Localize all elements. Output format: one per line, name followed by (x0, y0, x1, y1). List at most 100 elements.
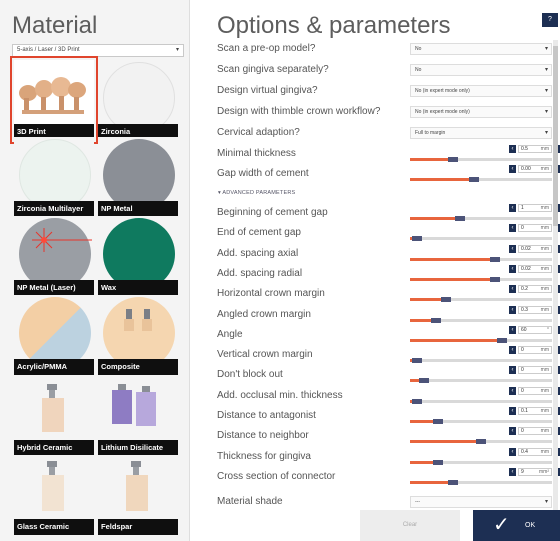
ok-button[interactable]: ✓ OK (473, 510, 560, 541)
parameter-value-input[interactable]: 0.2 mm (518, 285, 552, 294)
slider-knob[interactable] (490, 256, 501, 262)
material-tile-feldspar[interactable]: Feldspar (98, 455, 178, 535)
parameter-slider[interactable] (410, 317, 552, 323)
parameter-slider[interactable] (410, 398, 552, 404)
parameter-stepper[interactable]: ‹60°› (509, 325, 560, 336)
clear-button[interactable]: Clear (360, 510, 460, 541)
parameter-slider[interactable] (410, 439, 552, 445)
parameter-stepper[interactable]: ‹0.4mm› (509, 447, 560, 458)
material-tile-wax[interactable]: Wax (98, 216, 178, 296)
material-tile-np-metal[interactable]: NP Metal (98, 137, 178, 217)
material-tile-zirconia[interactable]: Zirconia (98, 60, 178, 140)
slider-knob[interactable] (497, 337, 508, 343)
parameter-slider[interactable] (410, 337, 552, 343)
parameter-slider[interactable] (410, 236, 552, 242)
parameter-slider[interactable] (410, 256, 552, 262)
parameter-value-input[interactable]: 0.4 mm (518, 447, 552, 456)
parameter-stepper[interactable]: ‹0.2mm› (509, 285, 560, 295)
parameter-stepper[interactable]: ‹0.3mm› (509, 305, 560, 316)
parameter-stepper[interactable]: ‹0mm› (509, 366, 560, 376)
option-dropdown[interactable]: No (in expert mode only) ▾ (410, 85, 552, 97)
parameter-stepper[interactable]: ‹0.02mm› (509, 244, 560, 255)
decrement-icon[interactable]: ‹ (509, 407, 516, 415)
parameter-stepper[interactable]: ‹0mm› (509, 386, 560, 397)
parameter-slider[interactable] (410, 297, 552, 303)
parameter-slider[interactable] (410, 358, 552, 364)
parameter-stepper[interactable]: ‹9mm²› (509, 467, 560, 478)
slider-knob[interactable] (476, 439, 486, 445)
decrement-icon[interactable]: ‹ (509, 285, 516, 294)
decrement-icon[interactable]: ‹ (509, 447, 516, 456)
parameter-value-input[interactable]: 0 mm (518, 366, 552, 375)
slider-knob[interactable] (468, 177, 479, 182)
decrement-icon[interactable]: ‹ (509, 165, 516, 173)
slider-knob[interactable] (454, 216, 465, 221)
slider-knob[interactable] (419, 378, 430, 384)
parameter-value-input[interactable]: 0 mm (518, 224, 552, 233)
parameter-slider[interactable] (410, 216, 552, 221)
option-dropdown[interactable]: No ▾ (410, 64, 552, 76)
decrement-icon[interactable]: ‹ (509, 325, 516, 334)
material-tile-lithium-disilicate[interactable]: Lithium Disilicate (98, 376, 178, 456)
parameter-slider[interactable] (410, 459, 552, 465)
option-dropdown[interactable]: No (in expert mode only) ▾ (410, 106, 552, 118)
slider-knob[interactable] (412, 398, 423, 404)
decrement-icon[interactable]: ‹ (509, 305, 516, 314)
decrement-icon[interactable]: ‹ (509, 386, 516, 395)
decrement-icon[interactable]: ‹ (509, 467, 516, 476)
slider-knob[interactable] (447, 157, 458, 162)
parameter-slider[interactable] (410, 378, 552, 384)
parameter-value-input[interactable]: 0.00 mm (518, 165, 552, 173)
parameter-slider[interactable] (410, 157, 552, 162)
parameter-value-input[interactable]: 9 mm² (518, 467, 552, 476)
material-shade-dropdown[interactable]: --- ▾ (410, 496, 552, 508)
parameter-slider[interactable] (410, 276, 552, 282)
decrement-icon[interactable]: ‹ (509, 204, 516, 212)
material-tile-composite[interactable]: Composite (98, 295, 178, 375)
material-category-select[interactable]: 5-axis / Laser / 3D Print ▾ (12, 44, 184, 57)
help-button[interactable]: ? (542, 13, 558, 27)
slider-knob[interactable] (412, 236, 423, 242)
material-tile-np-metal-laser[interactable]: NP Metal (Laser) (14, 216, 94, 296)
material-tile-3d-print[interactable]: ✓ 3D Print (10, 56, 98, 144)
decrement-icon[interactable]: ‹ (509, 346, 516, 355)
material-tile-glass-ceramic[interactable]: Glass Ceramic (14, 455, 94, 535)
parameter-value-input[interactable]: 0 mm (518, 386, 552, 395)
parameter-value-input[interactable]: 0.3 mm (518, 305, 552, 314)
parameter-value-input[interactable]: 60 ° (518, 325, 552, 334)
parameter-value-input[interactable]: 0.5 mm (518, 145, 552, 153)
parameter-stepper[interactable]: ‹0mm› (509, 346, 560, 356)
decrement-icon[interactable]: ‹ (509, 264, 516, 273)
parameter-value-input[interactable]: 0.02 mm (518, 264, 552, 273)
option-dropdown[interactable]: Full to margin ▾ (410, 127, 552, 139)
parameter-slider[interactable] (410, 177, 552, 182)
decrement-icon[interactable]: ‹ (509, 224, 516, 233)
parameter-value-input[interactable]: 0 mm (518, 346, 552, 355)
options-scrollbar[interactable] (553, 40, 558, 510)
slider-knob[interactable] (412, 358, 423, 364)
slider-knob[interactable] (447, 479, 458, 485)
parameter-stepper[interactable]: ‹0.1mm› (509, 407, 560, 417)
slider-knob[interactable] (490, 276, 501, 282)
decrement-icon[interactable]: ‹ (509, 366, 516, 375)
advanced-parameters-toggle[interactable]: ▾ ADVANCED PARAMETERS (218, 190, 295, 196)
parameter-stepper[interactable]: ‹0.00mm› (509, 165, 560, 175)
parameter-stepper[interactable]: ‹0.5mm› (509, 145, 560, 155)
parameter-stepper[interactable]: ‹0mm› (509, 427, 560, 437)
option-dropdown[interactable]: No ▾ (410, 43, 552, 55)
parameter-value-input[interactable]: 1 mm (518, 204, 552, 212)
decrement-icon[interactable]: ‹ (509, 427, 516, 436)
slider-knob[interactable] (430, 317, 441, 323)
parameter-stepper[interactable]: ‹0mm› (509, 224, 560, 234)
parameter-slider[interactable] (410, 479, 552, 485)
parameter-value-input[interactable]: 0.02 mm (518, 244, 552, 253)
parameter-value-input[interactable]: 0.1 mm (518, 407, 552, 415)
material-tile-hybrid-ceramic[interactable]: Hybrid Ceramic (14, 376, 94, 456)
decrement-icon[interactable]: ‹ (509, 145, 516, 153)
slider-knob[interactable] (433, 419, 444, 424)
slider-knob[interactable] (440, 297, 451, 303)
slider-knob[interactable] (433, 459, 444, 465)
scrollbar-thumb[interactable] (553, 46, 558, 226)
decrement-icon[interactable]: ‹ (509, 244, 516, 253)
parameter-slider[interactable] (410, 419, 552, 424)
